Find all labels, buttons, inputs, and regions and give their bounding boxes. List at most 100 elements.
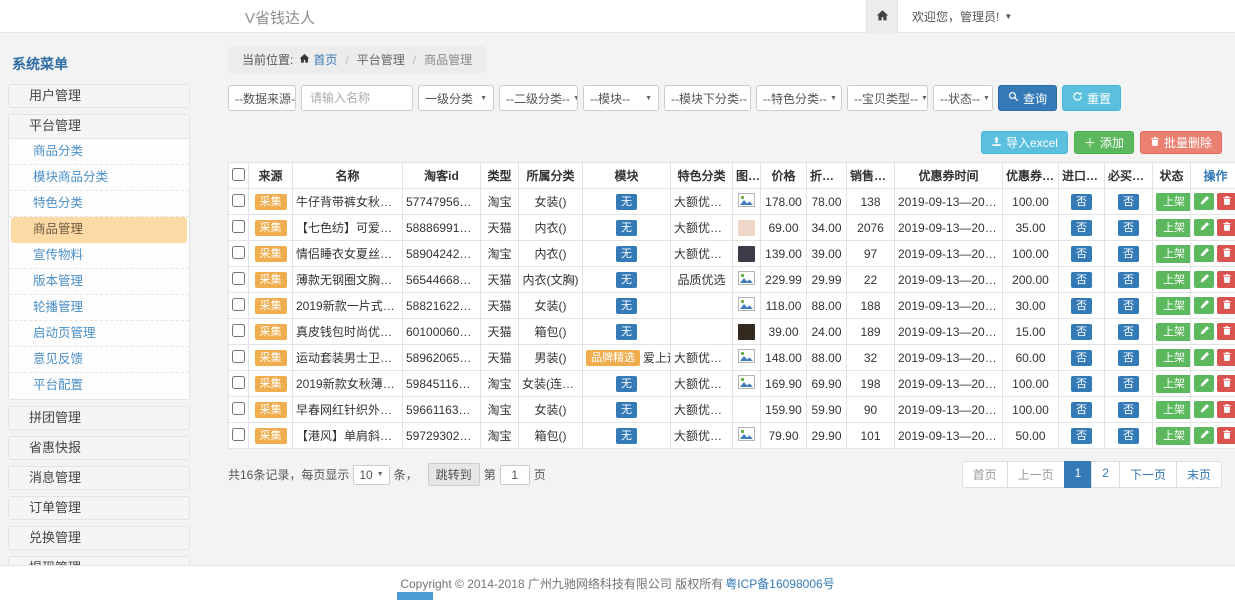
must-buy-toggle[interactable]: 否 <box>1118 220 1139 236</box>
filter-select-一级分类[interactable]: 一级分类▼ <box>418 85 494 111</box>
filter-select-模块下分类[interactable]: --模块下分类--▼ <box>664 85 751 111</box>
select-all-checkbox[interactable] <box>232 168 245 181</box>
import-choice-toggle[interactable]: 否 <box>1071 194 1092 210</box>
filter-select-模块[interactable]: --模块--▼ <box>583 85 659 111</box>
import-choice-toggle[interactable]: 否 <box>1071 220 1092 236</box>
delete-button[interactable] <box>1217 271 1235 288</box>
edit-button[interactable] <box>1194 245 1214 262</box>
per-page-select[interactable]: 10 ▼ <box>353 465 389 485</box>
status-badge[interactable]: 上架 <box>1156 427 1191 445</box>
sidebar-item-模块商品分类[interactable]: 模块商品分类 <box>9 165 189 191</box>
status-badge[interactable]: 上架 <box>1156 323 1191 341</box>
status-badge[interactable]: 上架 <box>1156 193 1191 211</box>
page-button-2[interactable]: 2 <box>1091 461 1120 488</box>
sidebar-group-header-消息管理[interactable]: 消息管理 <box>8 466 190 490</box>
sidebar-item-平台配置[interactable]: 平台配置 <box>9 373 189 399</box>
sidebar-group-header-省惠快报[interactable]: 省惠快报 <box>8 436 190 460</box>
delete-button[interactable] <box>1217 245 1235 262</box>
row-checkbox[interactable] <box>232 376 245 389</box>
icp-link[interactable]: 粤ICP备16098006号 <box>725 575 834 592</box>
sidebar-group-header-用户管理[interactable]: 用户管理 <box>8 84 190 108</box>
edit-button[interactable] <box>1194 297 1214 314</box>
edit-button[interactable] <box>1194 401 1214 418</box>
page-button-1[interactable]: 1 <box>1064 461 1093 488</box>
filter-select-特色分类[interactable]: --特色分类--▼ <box>756 85 842 111</box>
must-buy-toggle[interactable]: 否 <box>1118 194 1139 210</box>
filter-select-数据来源[interactable]: --数据来源--▼ <box>228 85 296 111</box>
import-choice-toggle[interactable]: 否 <box>1071 246 1092 262</box>
sidebar-item-轮播管理[interactable]: 轮播管理 <box>9 295 189 321</box>
edit-button[interactable] <box>1194 219 1214 236</box>
batch-delete-button[interactable]: 批量删除 <box>1140 131 1222 154</box>
delete-button[interactable] <box>1217 297 1235 314</box>
status-badge[interactable]: 上架 <box>1156 245 1191 263</box>
sidebar-item-意见反馈[interactable]: 意见反馈 <box>9 347 189 373</box>
status-badge[interactable]: 上架 <box>1156 349 1191 367</box>
jump-button[interactable]: 跳转到 <box>428 463 480 486</box>
must-buy-toggle[interactable]: 否 <box>1118 350 1139 366</box>
edit-button[interactable] <box>1194 323 1214 340</box>
filter-select-状态[interactable]: --状态--▼ <box>933 85 993 111</box>
delete-button[interactable] <box>1217 401 1235 418</box>
delete-button[interactable] <box>1217 193 1235 210</box>
row-checkbox[interactable] <box>232 298 245 311</box>
add-button[interactable]: ＋ 添加 <box>1074 131 1134 154</box>
delete-button[interactable] <box>1217 219 1235 236</box>
sidebar-item-特色分类[interactable]: 特色分类 <box>9 191 189 217</box>
delete-button[interactable] <box>1217 349 1235 366</box>
row-checkbox[interactable] <box>232 350 245 363</box>
sidebar-item-商品管理[interactable]: 商品管理 <box>11 217 187 243</box>
import-excel-button[interactable]: 导入excel <box>981 131 1068 154</box>
status-badge[interactable]: 上架 <box>1156 375 1191 393</box>
row-checkbox[interactable] <box>232 402 245 415</box>
page-button-下一页[interactable]: 下一页 <box>1119 461 1177 488</box>
must-buy-toggle[interactable]: 否 <box>1118 402 1139 418</box>
user-menu[interactable]: 欢迎您，管理员! ▼ <box>898 8 1026 25</box>
row-checkbox[interactable] <box>232 220 245 233</box>
import-choice-toggle[interactable]: 否 <box>1071 376 1092 392</box>
row-checkbox[interactable] <box>232 272 245 285</box>
delete-button[interactable] <box>1217 323 1235 340</box>
edit-button[interactable] <box>1194 349 1214 366</box>
must-buy-toggle[interactable]: 否 <box>1118 428 1139 444</box>
sidebar-group-header-拼团管理[interactable]: 拼团管理 <box>8 406 190 430</box>
must-buy-toggle[interactable]: 否 <box>1118 272 1139 288</box>
sidebar-group-header-平台管理[interactable]: 平台管理 <box>9 115 189 139</box>
row-checkbox[interactable] <box>232 428 245 441</box>
page-button-末页[interactable]: 末页 <box>1176 461 1222 488</box>
edit-button[interactable] <box>1194 375 1214 392</box>
sidebar-item-宣传物料[interactable]: 宣传物料 <box>9 243 189 269</box>
search-button[interactable]: 查询 <box>998 85 1057 111</box>
status-badge[interactable]: 上架 <box>1156 271 1191 289</box>
sidebar-group-header-兑换管理[interactable]: 兑换管理 <box>8 526 190 550</box>
filter-select-二级分类[interactable]: --二级分类--▼ <box>499 85 578 111</box>
status-badge[interactable]: 上架 <box>1156 297 1191 315</box>
must-buy-toggle[interactable]: 否 <box>1118 324 1139 340</box>
edit-button[interactable] <box>1194 427 1214 444</box>
must-buy-toggle[interactable]: 否 <box>1118 246 1139 262</box>
row-checkbox[interactable] <box>232 194 245 207</box>
filter-select-宝贝类型[interactable]: --宝贝类型--▼ <box>847 85 928 111</box>
reset-button[interactable]: 重置 <box>1062 85 1121 111</box>
delete-button[interactable] <box>1217 427 1235 444</box>
edit-button[interactable] <box>1194 193 1214 210</box>
import-choice-toggle[interactable]: 否 <box>1071 298 1092 314</box>
import-choice-toggle[interactable]: 否 <box>1071 324 1092 340</box>
home-button[interactable] <box>866 0 898 33</box>
edit-button[interactable] <box>1194 271 1214 288</box>
sidebar-item-商品分类[interactable]: 商品分类 <box>9 139 189 165</box>
row-checkbox[interactable] <box>232 246 245 259</box>
jump-page-input[interactable] <box>500 465 530 485</box>
sidebar-group-header-订单管理[interactable]: 订单管理 <box>8 496 190 520</box>
sidebar-item-版本管理[interactable]: 版本管理 <box>9 269 189 295</box>
must-buy-toggle[interactable]: 否 <box>1118 298 1139 314</box>
import-choice-toggle[interactable]: 否 <box>1071 402 1092 418</box>
sidebar-item-启动页管理[interactable]: 启动页管理 <box>9 321 189 347</box>
delete-button[interactable] <box>1217 375 1235 392</box>
row-checkbox[interactable] <box>232 324 245 337</box>
import-choice-toggle[interactable]: 否 <box>1071 428 1092 444</box>
name-search-input[interactable] <box>301 85 413 111</box>
status-badge[interactable]: 上架 <box>1156 401 1191 419</box>
must-buy-toggle[interactable]: 否 <box>1118 376 1139 392</box>
breadcrumb-home-link[interactable]: 首页 <box>299 51 337 68</box>
